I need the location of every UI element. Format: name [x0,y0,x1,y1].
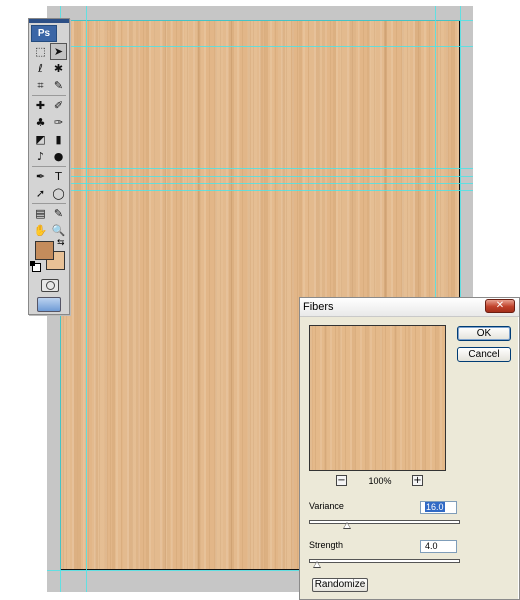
gradient-icon[interactable]: ▮ [50,131,67,148]
pen-icon[interactable]: ✒ [32,168,49,185]
tool-separator [32,203,66,204]
filter-preview[interactable] [309,325,446,471]
strength-input[interactable]: 4.0 [420,540,457,553]
notes-icon[interactable]: ▤ [32,205,49,222]
dialog-titlebar[interactable]: Fibers ✕ [300,298,519,317]
dialog-title: Fibers [303,301,334,313]
path-selection-icon[interactable]: ➚ [32,185,49,202]
hand-icon[interactable]: ✋ [32,222,49,239]
crop-icon[interactable]: ⌗ [32,77,49,94]
shape-icon[interactable]: ◯ [50,185,67,202]
variance-slider[interactable] [309,520,460,524]
default-colors-icon[interactable] [30,261,41,272]
tool-separator [32,166,66,167]
fibers-dialog: Fibers ✕ OK Cancel − 100% + Variance 16.… [299,297,520,600]
blur-icon[interactable]: ♪ [32,148,49,165]
strength-slider[interactable] [309,559,460,563]
healing-brush-icon[interactable]: ✚ [32,97,49,114]
eyedropper-icon[interactable]: ✎ [50,77,67,94]
zoom-out-button[interactable]: − [336,475,347,486]
randomize-button[interactable]: Randomize [312,578,368,592]
zoom-in-button[interactable]: + [412,475,423,486]
clone-stamp-icon[interactable]: ♣ [32,114,49,131]
strength-slider-thumb[interactable] [312,561,321,568]
variance-slider-thumb[interactable] [342,522,351,529]
panel-grip[interactable] [29,19,69,23]
close-button[interactable]: ✕ [485,299,515,313]
brush-icon[interactable]: ✐ [50,97,67,114]
quick-mask-icon[interactable] [41,279,59,292]
ok-button[interactable]: OK [457,326,511,341]
variance-input[interactable]: 16.0 [420,501,457,514]
move-icon[interactable]: ➤ [50,43,67,60]
guide-horizontal [47,168,473,169]
strength-label: Strength [309,540,344,550]
photoshop-logo[interactable]: Ps [31,25,57,42]
zoom-level: 100% [368,476,392,486]
guide-horizontal [47,183,473,184]
lasso-icon[interactable]: ℓ [32,60,49,77]
foreground-color-swatch[interactable] [35,241,54,260]
variance-value: 16.0 [425,502,445,512]
eraser-icon[interactable]: ◩ [32,131,49,148]
color-sampler-icon[interactable]: ✎ [50,205,67,222]
type-icon[interactable]: T [50,168,67,185]
dodge-icon[interactable]: ● [50,148,67,165]
swap-colors-icon[interactable]: ⇆ [57,237,65,248]
guide-horizontal [47,190,473,191]
cancel-button[interactable]: Cancel [457,347,511,362]
magic-wand-icon[interactable]: ✱ [50,60,67,77]
variance-label: Variance [309,501,344,511]
guide-horizontal [47,20,473,21]
guide-horizontal [47,46,473,47]
screen-mode-icon[interactable] [37,297,61,312]
guide-horizontal [47,176,473,177]
history-brush-icon[interactable]: ✑ [50,114,67,131]
tools-panel: Ps ⬚ ➤ ℓ ✱ ⌗ ✎ ✚ ✐ ♣ ✑ ◩ ▮ ♪ ● ✒ T ➚ ◯ ▤… [28,18,70,315]
marquee-icon[interactable]: ⬚ [32,43,49,60]
tool-separator [32,95,66,96]
guide-vertical [86,6,87,592]
